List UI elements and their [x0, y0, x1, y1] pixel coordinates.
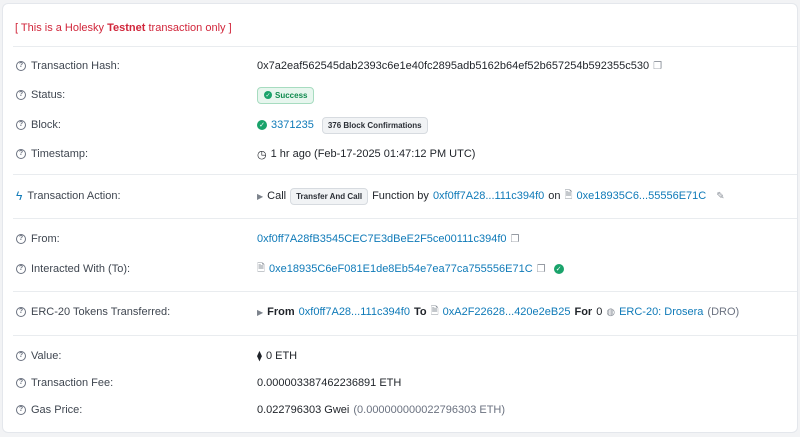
status-badge: ✓ Success	[257, 86, 315, 104]
label-value: Value:	[31, 350, 62, 362]
copy-icon[interactable]: ❐	[537, 264, 546, 275]
clock-icon: ◷	[257, 148, 267, 161]
label-timestamp: Timestamp:	[31, 148, 89, 160]
question-icon[interactable]: ?	[16, 405, 26, 415]
question-icon[interactable]: ?	[16, 120, 26, 130]
divider	[13, 335, 797, 336]
action-on-text: on	[548, 190, 561, 202]
divider	[13, 291, 797, 292]
caret-right-icon[interactable]: ▶	[257, 308, 263, 317]
caret-right-icon[interactable]: ▶	[257, 192, 263, 201]
question-icon[interactable]: ?	[16, 90, 26, 100]
lightning-icon: ϟ	[16, 189, 23, 203]
pencil-icon[interactable]: ✎	[716, 191, 724, 202]
row-interacted-with: ? Interacted With (To): 🗎 0xe18935C6eF081…	[3, 259, 797, 279]
value-amount: 0 ETH	[265, 350, 298, 362]
label-status: Status:	[31, 89, 66, 101]
transaction-fee-value: 0.000003387462236891 ETH	[257, 377, 402, 389]
label-erc20-transfers: ERC-20 Tokens Transferred:	[31, 306, 171, 318]
notice-text-bold: Testnet	[107, 22, 146, 34]
row-erc20-transfers: ? ERC-20 Tokens Transferred: ▶ From 0xf0f…	[3, 302, 797, 322]
row-block: ? Block: ✓ 3371235 376 Block Confirmation…	[3, 115, 797, 135]
label-from: From:	[31, 233, 60, 245]
from-address-link[interactable]: 0xf0ff7A28fB3545CEC7E3dBeE2F5ce00111c394…	[257, 233, 507, 245]
block-number-link[interactable]: 3371235	[271, 119, 314, 131]
notice-text-end: transaction only ]	[145, 22, 232, 34]
erc20-from-link[interactable]: 0xf0ff7A28...111c394f0	[299, 306, 410, 318]
question-icon[interactable]: ?	[16, 351, 26, 361]
status-value: Success	[275, 90, 308, 100]
erc20-to-link[interactable]: 0xA2F22628...420e2eB25	[443, 306, 571, 318]
question-icon[interactable]: ?	[16, 264, 26, 274]
question-icon[interactable]: ?	[16, 307, 26, 317]
transaction-hash-value: 0x7a2eaf562545dab2393c6e1e40fc2895adb516…	[257, 60, 650, 72]
label-block: Block:	[31, 119, 61, 131]
question-icon[interactable]: ?	[16, 61, 26, 71]
row-timestamp: ? Timestamp: ◷ 1 hr ago (Feb-17-2025 01:4…	[3, 144, 797, 164]
copy-icon[interactable]: ❐	[653, 61, 662, 72]
method-badge: Transfer And Call	[290, 187, 369, 205]
label-transaction-action: Transaction Action:	[27, 190, 121, 202]
divider	[13, 174, 797, 175]
erc20-to-text: To	[413, 306, 427, 318]
copy-icon[interactable]: ❐	[511, 234, 520, 245]
question-icon[interactable]: ?	[16, 234, 26, 244]
row-transaction-action: ϟ Transaction Action: ▶ Call Transfer And…	[3, 186, 797, 206]
divider	[13, 46, 797, 47]
eth-icon: ⧫	[257, 350, 262, 362]
question-icon[interactable]: ?	[16, 378, 26, 388]
label-transaction-fee: Transaction Fee:	[31, 377, 114, 389]
question-icon[interactable]: ?	[16, 149, 26, 159]
erc20-for-text: For	[574, 306, 593, 318]
row-transaction-fee: ? Transaction Fee: 0.000003387462236891 E…	[3, 373, 797, 393]
testnet-notice: [ This is a Holesky Testnet transaction …	[15, 22, 232, 34]
file-contract-icon: 🗎	[257, 262, 266, 274]
transaction-details-card: [ This is a Holesky Testnet transaction …	[2, 3, 798, 433]
check-circle-icon: ✓	[257, 120, 267, 130]
gas-price-eth: (0.000000000022796303 ETH)	[353, 404, 506, 416]
row-status: ? Status: ✓ Success	[3, 85, 797, 105]
row-from: ? From: 0xf0ff7A28fB3545CEC7E3dBeE2F5ce00…	[3, 229, 797, 249]
function-by-text: Function by	[372, 190, 429, 202]
timestamp-value: 1 hr ago (Feb-17-2025 01:47:12 PM UTC)	[270, 148, 476, 160]
erc20-from-text: From	[267, 306, 295, 318]
notice-text-start: [ This is a Holesky	[15, 22, 108, 34]
check-circle-icon: ✓	[553, 264, 564, 274]
label-transaction-hash: Transaction Hash:	[31, 60, 120, 72]
file-contract-icon: 🗎	[564, 189, 573, 201]
action-from-address-link[interactable]: 0xf0ff7A28...111c394f0	[433, 190, 544, 202]
row-gas-price: ? Gas Price: 0.022796303 Gwei (0.00000000…	[3, 400, 797, 420]
action-contract-link[interactable]: 0xe18935C6...55556E71C	[577, 190, 707, 202]
row-transaction-hash: ? Transaction Hash: 0x7a2eaf562545dab2393…	[3, 56, 797, 76]
block-confirmations-badge: 376 Block Confirmations	[321, 116, 428, 134]
label-gas-price: Gas Price:	[31, 404, 83, 416]
erc20-token-symbol: (DRO)	[707, 306, 740, 318]
file-contract-icon: 🗎	[430, 305, 439, 317]
label-interacted-with: Interacted With (To):	[31, 263, 131, 275]
to-address-link[interactable]: 0xe18935C6eF081E1de8Eb54e7ea77ca755556E7…	[269, 263, 533, 275]
action-call-text: Call	[267, 190, 287, 202]
erc20-token-link[interactable]: ERC-20: Drosera	[619, 306, 703, 318]
row-value: ? Value: ⧫ 0 ETH	[3, 346, 797, 366]
check-circle-icon: ✓	[264, 91, 272, 99]
gas-price-gwei: 0.022796303 Gwei	[257, 404, 350, 416]
token-icon: ◍	[606, 306, 616, 318]
erc20-amount: 0	[596, 306, 603, 318]
divider	[13, 218, 797, 219]
